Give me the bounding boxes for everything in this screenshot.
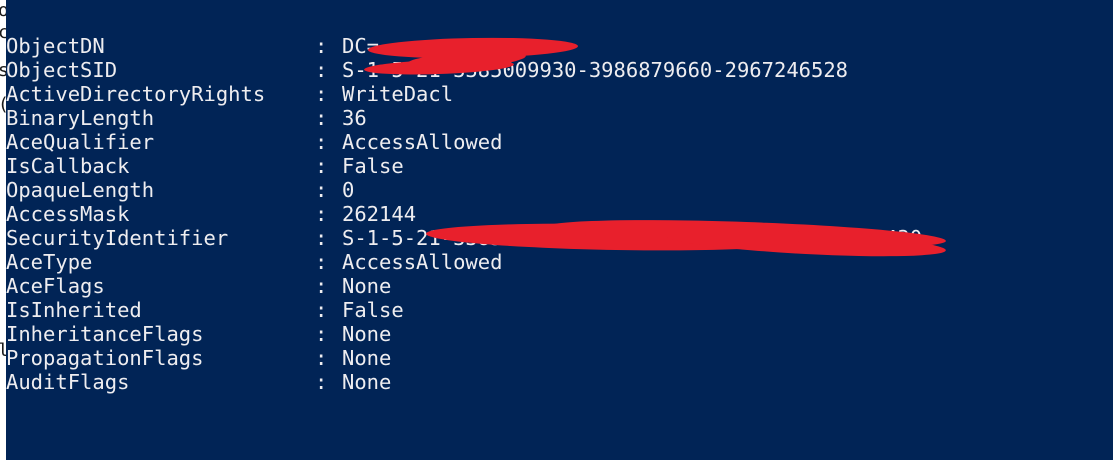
property-value: AccessAllowed bbox=[342, 250, 503, 274]
property-name: PropagationFlags bbox=[6, 346, 204, 370]
property-separator: : bbox=[315, 34, 328, 58]
property-value: None bbox=[342, 322, 392, 346]
property-value: None bbox=[342, 346, 392, 370]
property-separator: : bbox=[315, 154, 328, 178]
property-name: InheritanceFlags bbox=[6, 322, 204, 346]
property-row-inheritanceflags: InheritanceFlags: None bbox=[6, 322, 922, 346]
property-name: ObjectSID bbox=[6, 58, 118, 82]
property-value: False bbox=[342, 298, 404, 322]
property-separator: : bbox=[315, 298, 328, 322]
property-row-activedirectoryrights: ActiveDirectoryRights: WriteDacl bbox=[6, 82, 922, 106]
property-separator: : bbox=[315, 322, 328, 346]
property-value: 262144 bbox=[342, 202, 417, 226]
property-separator: : bbox=[315, 250, 328, 274]
property-row-binarylength: BinaryLength:36 bbox=[6, 106, 922, 130]
property-separator: : bbox=[315, 130, 328, 154]
property-value: None bbox=[342, 370, 392, 394]
property-row-auditflags: AuditFlags: None bbox=[6, 370, 922, 394]
property-separator: : bbox=[315, 202, 328, 226]
property-separator: : bbox=[315, 346, 328, 370]
property-value: None bbox=[342, 274, 392, 298]
property-name: BinaryLength bbox=[6, 106, 155, 130]
property-row-aceflags: AceFlags: None bbox=[6, 274, 922, 298]
property-row-opaquelength: OpaqueLength:0 bbox=[6, 178, 922, 202]
property-value: AccessAllowed bbox=[342, 130, 503, 154]
property-name: ActiveDirectoryRights bbox=[6, 82, 266, 106]
property-name: OpaqueLength bbox=[6, 178, 155, 202]
property-row-acequalifier: AceQualifier: AccessAllowed bbox=[6, 130, 922, 154]
property-row-iscallback: IsCallback: False bbox=[6, 154, 922, 178]
property-row-acetype: AceType: AccessAllowed bbox=[6, 250, 922, 274]
property-separator: : bbox=[315, 226, 328, 250]
property-value: 36 bbox=[342, 106, 367, 130]
property-name: AceFlags bbox=[6, 274, 105, 298]
property-separator: : bbox=[315, 274, 328, 298]
property-separator: : bbox=[315, 106, 328, 130]
property-row-isinherited: IsInherited: False bbox=[6, 298, 922, 322]
property-separator: : bbox=[315, 370, 328, 394]
property-name: SecurityIdentifier bbox=[6, 226, 229, 250]
property-separator: : bbox=[315, 82, 328, 106]
property-name: AceQualifier bbox=[6, 130, 155, 154]
powershell-console[interactable]: ObjectDN: DC= ObjectSID: S-1-5-21-33850099… bbox=[6, 0, 1113, 460]
property-value: WriteDacl bbox=[342, 82, 454, 106]
property-name: ObjectDN bbox=[6, 34, 105, 58]
property-separator: : bbox=[315, 58, 328, 82]
property-name: IsInherited bbox=[6, 298, 142, 322]
property-value: 0 bbox=[342, 178, 355, 202]
ace-property-list: ObjectDN: DC= ObjectSID: S-1-5-21-33850099… bbox=[6, 34, 922, 394]
property-row-propagationflags: PropagationFlags: None bbox=[6, 346, 922, 370]
property-separator: : bbox=[315, 178, 328, 202]
property-value: False bbox=[342, 154, 404, 178]
property-row-accessmask: AccessMask:262144 bbox=[6, 202, 922, 226]
property-name: IsCallback bbox=[6, 154, 130, 178]
property-name: AuditFlags bbox=[6, 370, 130, 394]
property-name: AccessMask bbox=[6, 202, 130, 226]
property-name: AceType bbox=[6, 250, 93, 274]
